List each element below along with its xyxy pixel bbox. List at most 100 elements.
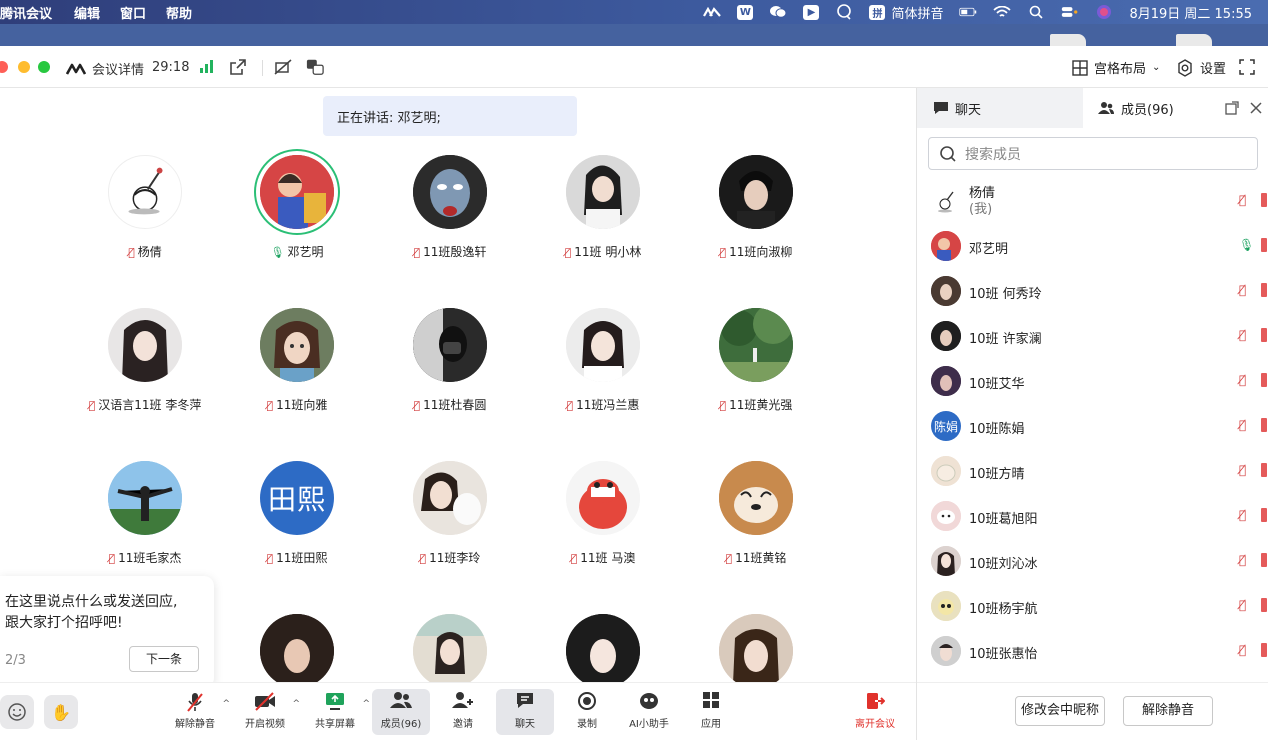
meeting-details-button[interactable]: 会议详情	[66, 59, 144, 78]
control-center-icon[interactable]	[1061, 5, 1079, 19]
unmute-button[interactable]: 解除静音 ^	[166, 689, 230, 735]
list-item[interactable]: 邓艺明 🎙	[917, 225, 1268, 269]
member-search-input[interactable]: 搜索成员	[928, 137, 1258, 170]
invite-button[interactable]: 邀请	[434, 689, 492, 735]
tencent-meeting-tray-icon[interactable]	[703, 5, 722, 19]
desktop-file-icon[interactable]	[1050, 34, 1086, 46]
grid-layout-button[interactable]: 宫格布局 ⌄	[1072, 58, 1160, 77]
participant-tile[interactable]: 🎙̸ 11班李玲	[375, 461, 525, 581]
wechat-tray-icon[interactable]	[769, 5, 787, 19]
mic-muted-icon[interactable]: 🎙̸	[1239, 283, 1246, 297]
tab-members[interactable]: 成员(96)	[1083, 88, 1268, 128]
list-item[interactable]: 10班葛旭阳 🎙̸	[917, 495, 1268, 539]
camera-off-icon[interactable]	[1261, 328, 1267, 342]
mic-on-icon[interactable]: 🎙	[1239, 238, 1254, 252]
camera-off-icon[interactable]	[1261, 193, 1267, 207]
chevron-up-icon[interactable]: ^	[362, 699, 370, 709]
mic-muted-icon[interactable]: 🎙̸	[1239, 508, 1246, 522]
participant-tile[interactable]: 🎙̸ 杨倩	[70, 155, 220, 275]
rename-in-meeting-button[interactable]: 修改会中昵称	[1015, 696, 1105, 726]
participant-tile[interactable]: 🎙̸ 11班向雅	[222, 308, 372, 428]
chat-button[interactable]: 聊天	[496, 689, 554, 735]
leave-meeting-button[interactable]: 离开会议	[846, 689, 904, 735]
participant-tile[interactable]: 🎙̸ 11班 马澳	[528, 461, 678, 581]
player-tray-icon[interactable]: ▶	[803, 4, 820, 20]
participant-tile[interactable]: 田熙 🎙̸ 11班田熙	[222, 461, 372, 581]
list-item[interactable]: 10班刘沁冰 🎙̸	[917, 540, 1268, 584]
siri-icon[interactable]	[1095, 5, 1113, 19]
app-menu[interactable]: 腾讯会议	[0, 3, 52, 22]
participant-tile[interactable]: 🎙 邓艺明	[222, 155, 372, 275]
translate-icon[interactable]	[306, 58, 324, 76]
list-item[interactable]: 10班杨宇航 🎙̸	[917, 585, 1268, 629]
pop-out-icon[interactable]	[229, 58, 247, 76]
menu-window[interactable]: 窗口	[120, 3, 146, 22]
participant-tile[interactable]: 🎙̸ 11班黄铭	[681, 461, 831, 581]
desktop-file-icon[interactable]	[1176, 34, 1212, 46]
tab-chat[interactable]: 聊天	[917, 88, 1083, 128]
camera-off-icon[interactable]	[1261, 643, 1267, 657]
mic-muted-icon[interactable]: 🎙̸	[1239, 463, 1246, 477]
pop-out-panel-icon[interactable]	[1225, 101, 1239, 115]
mic-muted-icon[interactable]: 🎙̸	[1239, 598, 1246, 612]
fullscreen-icon[interactable]	[1238, 58, 1256, 76]
members-button[interactable]: 成员(96)	[372, 689, 430, 735]
record-button[interactable]: 录制	[558, 689, 616, 735]
mic-muted-icon[interactable]: 🎙̸	[1239, 553, 1246, 567]
raise-hand-button[interactable]: ✋	[44, 695, 78, 729]
minimize-window-button[interactable]	[18, 61, 30, 73]
chevron-up-icon[interactable]: ^	[292, 699, 300, 709]
list-item[interactable]: 陈娟 10班陈娟 🎙̸	[917, 405, 1268, 449]
apps-button[interactable]: 应用	[682, 689, 740, 735]
hide-non-video-icon[interactable]	[274, 58, 292, 76]
chat-bubble-tray-icon[interactable]	[835, 4, 853, 20]
camera-off-icon[interactable]	[1261, 508, 1267, 522]
camera-off-icon[interactable]	[1261, 463, 1267, 477]
spotlight-search-icon[interactable]	[1027, 5, 1045, 19]
chevron-up-icon[interactable]: ^	[222, 699, 230, 709]
camera-off-icon[interactable]	[1261, 238, 1267, 252]
list-item[interactable]: 10班 许家澜 🎙̸	[917, 315, 1268, 359]
participant-tile[interactable]: 🎙̸ 11班毛家杰	[70, 461, 220, 581]
share-screen-button[interactable]: 共享屏幕 ^	[306, 689, 370, 735]
emoji-reaction-button[interactable]	[0, 695, 34, 729]
mic-muted-icon[interactable]: 🎙̸	[1239, 643, 1246, 657]
menubar-clock[interactable]: 8月19日 周二 15:55	[1129, 3, 1252, 22]
camera-off-icon[interactable]	[1261, 553, 1267, 567]
camera-off-icon[interactable]	[1261, 283, 1267, 297]
list-item[interactable]: 10班 何秀玲 🎙̸	[917, 270, 1268, 314]
network-signal-icon[interactable]	[200, 60, 213, 73]
participant-tile[interactable]: 🎙̸ 汉语言11班 李冬萍	[70, 308, 220, 428]
list-item[interactable]: 杨倩 (我) 🎙̸	[917, 180, 1268, 224]
menu-edit[interactable]: 编辑	[74, 3, 100, 22]
mic-muted-icon[interactable]: 🎙̸	[1239, 418, 1246, 432]
mic-muted-icon[interactable]: 🎙̸	[1239, 328, 1246, 342]
camera-off-icon[interactable]	[1261, 598, 1267, 612]
participant-tile[interactable]: 🎙̸ 11班殷逸轩	[375, 155, 525, 275]
list-item[interactable]: 10班方晴 🎙̸	[917, 450, 1268, 494]
input-method-label[interactable]: 简体拼音	[891, 3, 943, 22]
ai-assistant-button[interactable]: AI小助手	[620, 689, 678, 735]
input-method-icon[interactable]: 拼	[869, 4, 886, 20]
camera-off-icon[interactable]	[1261, 373, 1267, 387]
unmute-request-button[interactable]: 解除静音	[1123, 696, 1213, 726]
mic-muted-icon[interactable]: 🎙̸	[1239, 193, 1246, 207]
start-video-button[interactable]: 开启视频 ^	[236, 689, 300, 735]
wifi-icon[interactable]	[993, 5, 1012, 19]
participant-tile[interactable]: 🎙̸ 11班向淑柳	[681, 155, 831, 275]
close-window-button[interactable]	[0, 61, 8, 73]
settings-button[interactable]: 设置	[1176, 58, 1226, 77]
menu-help[interactable]: 帮助	[166, 3, 192, 22]
next-prompt-button[interactable]: 下一条	[129, 646, 199, 672]
participant-tile[interactable]: 🎙̸ 11班 明小林	[528, 155, 678, 275]
zoom-window-button[interactable]	[38, 61, 50, 73]
list-item[interactable]: 10班张惠怡 🎙̸	[917, 630, 1268, 674]
camera-off-icon[interactable]	[1261, 418, 1267, 432]
list-item[interactable]: 10班艾华 🎙̸	[917, 360, 1268, 404]
participant-tile[interactable]: 🎙̸ 11班黄光强	[681, 308, 831, 428]
participant-tile[interactable]: 🎙̸ 11班冯兰惠	[528, 308, 678, 428]
mic-muted-icon[interactable]: 🎙̸	[1239, 373, 1246, 387]
close-panel-icon[interactable]	[1249, 101, 1263, 115]
battery-icon[interactable]	[959, 5, 977, 19]
participant-tile[interactable]: 🎙̸ 11班杜春圆	[375, 308, 525, 428]
